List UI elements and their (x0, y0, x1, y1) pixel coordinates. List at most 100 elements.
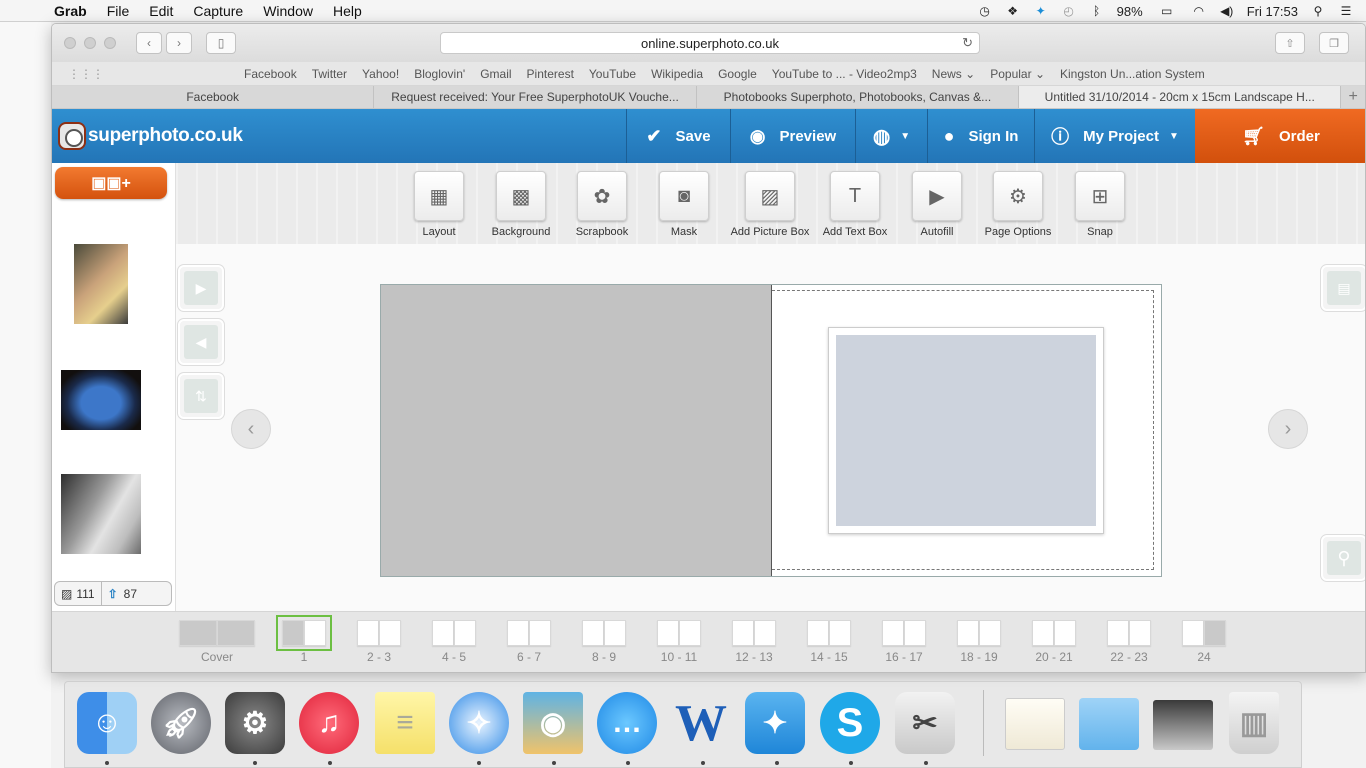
favorite-link[interactable]: Kingston Un...ation System (1060, 67, 1205, 81)
page-thumb[interactable]: 10 - 11 (656, 620, 702, 664)
share-button[interactable]: ⇧ (1275, 32, 1305, 54)
add-text-box-tool[interactable]: T Add Text Box (815, 171, 895, 238)
downloads-stack-icon[interactable] (1005, 698, 1065, 750)
page-thumb[interactable]: 20 - 21 (1031, 620, 1077, 664)
menu-clock[interactable]: Fri 17:53 (1247, 4, 1298, 19)
back-button[interactable]: ‹ (136, 32, 162, 54)
favorite-link[interactable]: Yahoo! (362, 67, 399, 81)
background-tool[interactable]: ▩ Background (481, 171, 561, 238)
autofill-tool[interactable]: ▶ Autofill (897, 171, 977, 238)
menu-edit[interactable]: Edit (149, 3, 173, 19)
scrapbook-tool[interactable]: ✿ Scrapbook (562, 171, 642, 238)
iphoto-icon[interactable]: ◉ (523, 692, 583, 754)
page-thumb[interactable]: 16 - 17 (881, 620, 927, 664)
order-button[interactable]: 🛒︎ Order (1195, 109, 1365, 163)
photo-thumbnail[interactable] (61, 474, 141, 554)
layout-tool[interactable]: ▦ Layout (399, 171, 479, 238)
menu-window[interactable]: Window (263, 3, 313, 19)
skype-icon[interactable]: S (820, 692, 880, 754)
zoom-button[interactable]: ⚲ (1321, 535, 1365, 581)
address-bar[interactable]: online.superphoto.co.uk ↻ (440, 32, 980, 54)
dropbox-icon[interactable]: ❖ (1005, 4, 1021, 18)
page-thumb[interactable]: 12 - 13 (731, 620, 777, 664)
page-thumb[interactable]: 6 - 7 (506, 620, 552, 664)
folder-icon[interactable] (1079, 698, 1139, 750)
page-thumb-selected[interactable]: 1 (276, 615, 332, 664)
clock-status-icon[interactable]: ◷ (977, 4, 993, 18)
wifi-icon[interactable]: ◠ (1191, 4, 1207, 18)
twitter-app-icon[interactable]: ✦ (745, 692, 805, 754)
grab-icon[interactable]: ✂ (895, 692, 955, 754)
system-preferences-icon[interactable]: ⚙ (225, 692, 285, 754)
favorite-folder-news[interactable]: News ⌄ (932, 67, 975, 81)
trash-icon[interactable]: ▥ (1229, 692, 1279, 754)
picture-box[interactable] (828, 327, 1104, 534)
notes-icon[interactable]: ≡ (375, 692, 435, 754)
menu-app-name[interactable]: Grab (54, 3, 87, 19)
language-button[interactable]: ◍ ▼ (855, 109, 927, 163)
battery-icon[interactable]: ▭ (1155, 4, 1179, 18)
safari-icon[interactable]: ✧ (449, 692, 509, 754)
page-thumb[interactable]: 8 - 9 (581, 620, 627, 664)
photo-thumbnail[interactable] (61, 370, 141, 430)
zoom-window-button[interactable] (104, 37, 116, 49)
save-button[interactable]: ✔ Save (626, 109, 730, 163)
page-thumb[interactable]: 14 - 15 (806, 620, 852, 664)
bluetooth-icon[interactable]: ᛒ (1089, 4, 1105, 18)
right-page[interactable] (772, 285, 1161, 576)
page-thumb[interactable]: 2 - 3 (356, 620, 402, 664)
photo-count[interactable]: ▨ 111 (55, 582, 101, 605)
page-thumb[interactable]: 22 - 23 (1106, 620, 1152, 664)
previous-page-button[interactable]: ‹ (231, 409, 271, 449)
expand-panel-button[interactable]: ▶ (178, 265, 224, 311)
spotlight-search-icon[interactable]: ⚲ (1310, 4, 1326, 18)
launchpad-icon[interactable]: 🚀︎ (151, 692, 211, 754)
new-tab-button[interactable]: + (1341, 86, 1365, 108)
favorite-link[interactable]: Facebook (244, 67, 297, 81)
messages-icon[interactable]: … (597, 692, 657, 754)
screenshot-stack-icon[interactable] (1153, 700, 1213, 750)
time-machine-icon[interactable]: ◴ (1061, 4, 1077, 18)
volume-icon[interactable]: ◀) (1219, 4, 1235, 18)
picture-placeholder[interactable] (836, 335, 1096, 526)
next-page-button[interactable]: › (1268, 409, 1308, 449)
sign-in-button[interactable]: ● Sign In (927, 109, 1034, 163)
page-options-tool[interactable]: ⚙ Page Options (978, 171, 1058, 238)
favorite-link[interactable]: Google (718, 67, 757, 81)
favorite-link[interactable]: Pinterest (527, 67, 574, 81)
top-sites-grid-icon[interactable]: ⋮⋮⋮ (68, 67, 104, 81)
favorite-link[interactable]: YouTube (589, 67, 636, 81)
itunes-icon[interactable]: ♫ (299, 692, 359, 754)
browser-tab-active[interactable]: Untitled 31/10/2014 - 20cm x 15cm Landsc… (1019, 86, 1342, 108)
favorite-folder-popular[interactable]: Popular ⌄ (990, 67, 1045, 81)
forward-button[interactable]: › (166, 32, 192, 54)
sort-photos-button[interactable]: ⇅ (178, 373, 224, 419)
page-thumb-cover[interactable]: Cover (179, 620, 255, 664)
page-thumb[interactable]: 4 - 5 (431, 620, 477, 664)
browser-tab[interactable]: Request received: Your Free SuperphotoUK… (374, 86, 697, 108)
menu-help[interactable]: Help (333, 3, 362, 19)
my-project-button[interactable]: ⓘ My Project ▼ (1034, 109, 1195, 163)
browser-tab[interactable]: Photobooks Superphoto, Photobooks, Canva… (697, 86, 1020, 108)
preview-button[interactable]: ◉ Preview (730, 109, 855, 163)
reload-icon[interactable]: ↻ (962, 35, 973, 51)
snap-tool[interactable]: ⊞ Snap (1060, 171, 1140, 238)
twitter-status-icon[interactable]: ✦ (1033, 4, 1049, 18)
add-picture-box-tool[interactable]: ▨ Add Picture Box (730, 171, 810, 238)
photo-thumbnail[interactable] (74, 244, 128, 324)
page-thumb[interactable]: 24 (1181, 620, 1227, 664)
favorite-link[interactable]: Wikipedia (651, 67, 703, 81)
finder-icon[interactable]: ☺ (77, 692, 137, 754)
minimize-window-button[interactable] (84, 37, 96, 49)
favorite-link[interactable]: Twitter (312, 67, 347, 81)
menu-file[interactable]: File (107, 3, 130, 19)
sidebar-toggle-button[interactable]: ▯ (206, 32, 236, 54)
mask-tool[interactable]: ◙ Mask (644, 171, 724, 238)
notification-center-icon[interactable]: ☰ (1338, 4, 1354, 18)
word-icon[interactable]: W (671, 692, 731, 754)
show-tabs-button[interactable]: ❐ (1319, 32, 1349, 54)
favorite-link[interactable]: Gmail (480, 67, 511, 81)
collapse-panel-button[interactable]: ◀ (178, 319, 224, 365)
browser-tab[interactable]: Facebook (52, 86, 375, 108)
close-window-button[interactable] (64, 37, 76, 49)
